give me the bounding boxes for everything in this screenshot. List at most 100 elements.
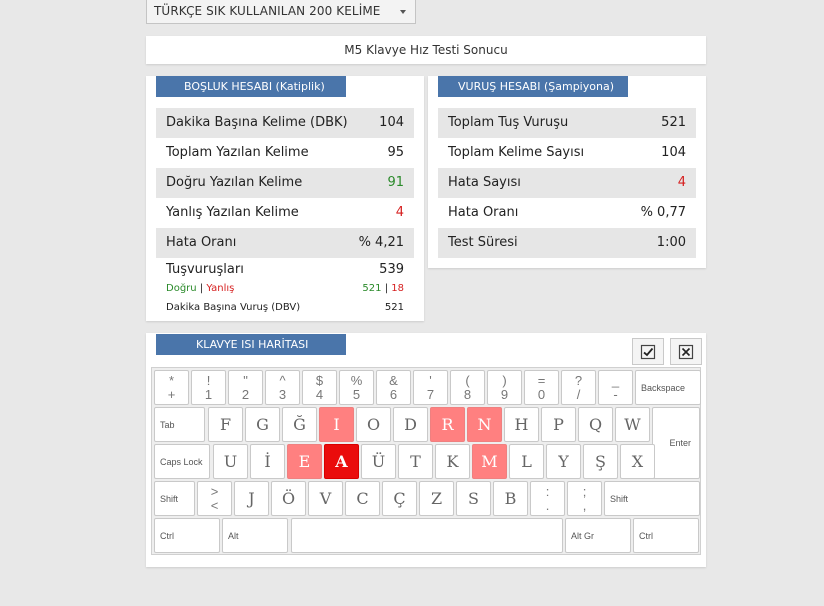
keystroke-breakdown: Doğru | Yanlış 521 | 18: [166, 283, 404, 294]
key-m: M: [472, 444, 507, 479]
dbv-value: 521: [384, 302, 404, 313]
stat-label: Hata Oranı: [166, 235, 237, 250]
stat-label: Toplam Kelime Sayısı: [448, 145, 585, 160]
chevron-down-icon[interactable]: [400, 10, 406, 14]
key-7: ' 7: [413, 370, 448, 405]
key-c: C: [345, 481, 380, 516]
wrong-label: Yanlış: [206, 283, 235, 294]
key-backspace: Backspace: [635, 370, 701, 405]
stat-value: 539: [379, 262, 404, 277]
wrong-keystrokes: 18: [391, 283, 404, 294]
key-ctrl: Ctrl: [633, 518, 699, 553]
key-bottom-char: 4: [315, 386, 324, 402]
key-ctrl: Ctrl: [154, 518, 220, 553]
stat-label: Tuşvuruşları: [166, 262, 244, 277]
key-key: _ -: [598, 370, 633, 405]
stroke-calc-header: VURUŞ HESABI (Şampiyona): [438, 76, 628, 97]
key-ü: Ü: [361, 444, 396, 479]
key-d: D: [393, 407, 428, 442]
key-b: B: [493, 481, 528, 516]
key-bottom-char: -: [613, 386, 618, 402]
key-y: Y: [546, 444, 581, 479]
key-bottom-char: +: [167, 386, 176, 402]
stat-value: % 4,21: [358, 235, 404, 250]
key-top-char: ;: [582, 483, 587, 499]
stroke-calc-panel: VURUŞ HESABI (Şampiyona) Toplam Tuş Vuru…: [428, 76, 706, 268]
key-key: * +: [154, 370, 189, 405]
key-0: = 0: [524, 370, 559, 405]
stat-row-correct-words: Doğru Yazılan Kelime 91: [156, 168, 414, 198]
space-calc-header: BOŞLUK HESABI (Katiplik): [156, 76, 346, 97]
stat-row-error-rate: Hata Oranı % 0,77: [438, 198, 696, 228]
key-e: E: [287, 444, 322, 479]
key-key: ;,: [567, 481, 602, 516]
stat-label: Doğru Yazılan Kelime: [166, 175, 303, 190]
keyboard-layout: * +! 1 " 2 ^ 3 $4% 5 & 6 ' 7(8) 9 = 0? / _ - Backspace Tab F G…: [151, 367, 701, 555]
stat-row-dbk: Dakika Başına Kelime (DBK) 104: [156, 108, 414, 138]
key-v: V: [308, 481, 343, 516]
key-bottom-char: .: [545, 497, 550, 513]
stat-label: Toplam Tuş Vuruşu: [448, 115, 569, 130]
dbv-row: Dakika Başına Vuruş (DBV) 521: [166, 302, 404, 313]
key-top-char: *: [168, 372, 175, 388]
keyboard-heatmap-header: KLAVYE ISI HARİTASI: [156, 334, 346, 355]
key-bottom-char: 1: [204, 386, 213, 402]
stat-label: Test Süresi: [448, 235, 518, 250]
key-u: U: [213, 444, 248, 479]
key-shift: Shift: [604, 481, 700, 516]
key-bottom-char: 3: [278, 386, 287, 402]
key-key: > <: [197, 481, 232, 516]
stat-value: 104: [661, 145, 686, 160]
stat-value: 95: [387, 145, 404, 160]
stat-row-error-count: Hata Sayısı 4: [438, 168, 696, 198]
key-x: X: [620, 444, 655, 479]
key-top-char: ?: [574, 372, 583, 388]
key-top-char: !: [206, 372, 211, 388]
key-key: :.: [530, 481, 565, 516]
close-x-icon: [678, 344, 694, 359]
space-calc-panel: BOŞLUK HESABI (Katiplik) Dakika Başına K…: [146, 76, 424, 321]
checkbox-check-icon: [640, 344, 656, 359]
correct-keystrokes: 521: [362, 283, 382, 294]
key-g: G: [245, 407, 280, 442]
key-bottom-char: 9: [500, 386, 509, 402]
stat-label: Toplam Yazılan Kelime: [166, 145, 309, 160]
key-f: F: [208, 407, 243, 442]
key-shift: Shift: [154, 481, 195, 516]
stat-label: Dakika Başına Kelime (DBK): [166, 115, 348, 130]
stat-row-keystrokes: Tuşvuruşları 539: [156, 258, 414, 282]
key-6: & 6: [376, 370, 411, 405]
toggle-heatmap-button[interactable]: [632, 338, 664, 365]
stat-row-error-rate: Hata Oranı % 4,21: [156, 228, 414, 258]
key-p: P: [541, 407, 576, 442]
key-space: [291, 518, 563, 553]
correct-label: Doğru: [166, 283, 197, 294]
separator: |: [199, 283, 204, 294]
key-enter: Enter: [652, 407, 700, 479]
key-top-char: =: [537, 372, 546, 388]
key-4: $4: [302, 370, 337, 405]
key-r: R: [430, 407, 465, 442]
key-bottom-char: ,: [582, 497, 587, 513]
key-8: (8: [450, 370, 485, 405]
key-top-char: >: [210, 483, 219, 499]
stat-value: 4: [395, 205, 404, 220]
key-bottom-char: 2: [241, 386, 250, 402]
stat-row-total-strokes: Toplam Tuş Vuruşu 521: [438, 108, 696, 138]
key-alt: Alt: [222, 518, 288, 553]
key-l: L: [509, 444, 544, 479]
key-i̇: İ: [250, 444, 285, 479]
close-heatmap-button[interactable]: [670, 338, 702, 365]
key-bottom-char: /: [576, 386, 581, 402]
key-bottom-char: 6: [389, 386, 398, 402]
key-top-char: ): [502, 372, 507, 388]
stat-label: Hata Sayısı: [448, 175, 521, 190]
key-top-char: $: [315, 372, 324, 388]
key-h: H: [504, 407, 539, 442]
stat-value: % 0,77: [640, 205, 686, 220]
page-title: M5 Klavye Hız Testi Sonucu: [146, 36, 706, 64]
key-key: ? /: [561, 370, 596, 405]
word-list-dropdown[interactable]: TÜRKÇE SIK KULLANILAN 200 KELİME: [146, 0, 416, 24]
key-top-char: %: [350, 372, 363, 388]
key-ö: Ö: [271, 481, 306, 516]
